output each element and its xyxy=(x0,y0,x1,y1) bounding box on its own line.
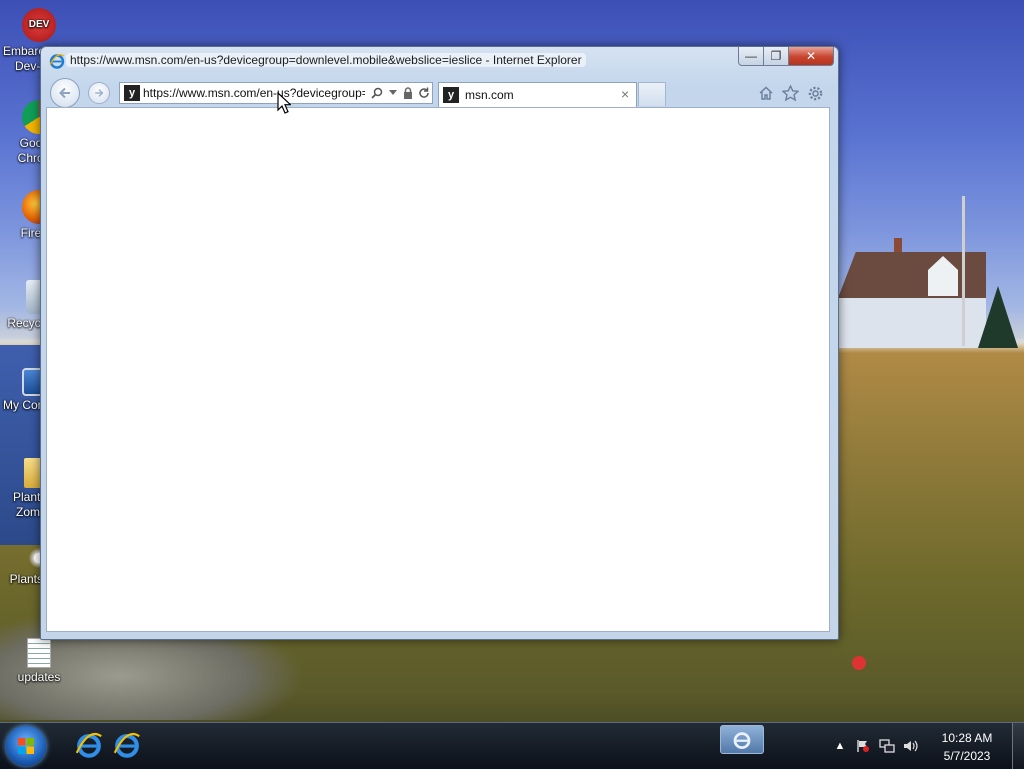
minimize-button[interactable]: — xyxy=(738,47,764,66)
mouse-cursor-icon xyxy=(277,92,291,114)
close-tab-icon[interactable]: × xyxy=(621,86,629,102)
windows-logo-icon xyxy=(18,738,34,754)
show-hidden-icons-arrow-icon[interactable]: ▲ xyxy=(832,738,848,754)
clock-time: 10:28 AM xyxy=(941,731,993,745)
desktop-icon-updates[interactable]: updates xyxy=(0,638,78,685)
show-desktop-button[interactable] xyxy=(1012,723,1024,769)
home-icon[interactable] xyxy=(756,83,776,103)
internet-explorer-window[interactable]: https://www.msn.com/en-us?devicegroup=do… xyxy=(40,46,839,640)
close-button[interactable]: ✕ xyxy=(788,47,834,66)
arrow-left-icon xyxy=(59,87,70,99)
taskbar-ie-pinned-1[interactable] xyxy=(72,728,106,762)
msn-favicon-icon: y xyxy=(443,87,459,103)
action-center-flag-icon[interactable] xyxy=(855,738,871,754)
taskbar: ▲ 10:28 AM 5/7/2023 xyxy=(0,722,1024,769)
msn-favicon-icon: y xyxy=(124,85,140,101)
volume-icon[interactable] xyxy=(903,738,919,754)
maximize-button[interactable]: ❐ xyxy=(763,47,789,66)
back-button[interactable] xyxy=(50,78,80,108)
taskbar-ie-pinned-2[interactable] xyxy=(110,728,144,762)
address-input[interactable] xyxy=(143,83,365,103)
tab-msn[interactable]: y msn.com × xyxy=(438,82,637,107)
dropdown-arrow-icon[interactable] xyxy=(386,85,400,101)
new-tab-button[interactable] xyxy=(638,82,666,106)
wallpaper-flagpole xyxy=(962,196,965,346)
window-title: https://www.msn.com/en-us?devicegroup=do… xyxy=(66,53,586,67)
network-icon[interactable] xyxy=(879,738,895,754)
internet-explorer-icon xyxy=(49,54,65,69)
favorites-star-icon[interactable] xyxy=(780,83,800,103)
lock-icon[interactable] xyxy=(401,85,415,101)
page-content[interactable] xyxy=(46,107,830,632)
clock-date: 5/7/2023 xyxy=(943,749,991,763)
wallpaper-house xyxy=(838,236,988,348)
refresh-icon[interactable] xyxy=(417,85,431,101)
internet-explorer-icon xyxy=(75,732,102,758)
arrow-right-icon xyxy=(95,89,104,97)
search-icon[interactable] xyxy=(370,85,384,101)
clock[interactable]: 10:28 AM 5/7/2023 xyxy=(930,729,1004,765)
devcpp-icon: DEV xyxy=(22,8,56,42)
internet-explorer-icon xyxy=(733,731,751,749)
wallpaper-flower xyxy=(852,656,866,670)
desktop-icon-label: updates xyxy=(17,670,61,684)
forward-button[interactable] xyxy=(88,82,110,104)
internet-explorer-icon xyxy=(113,732,140,758)
settings-gear-icon[interactable] xyxy=(805,83,825,103)
text-file-icon xyxy=(27,638,51,668)
start-button[interactable] xyxy=(6,726,46,766)
taskbar-ie-running-window[interactable] xyxy=(720,725,764,754)
title-bar[interactable]: https://www.msn.com/en-us?devicegroup=do… xyxy=(41,47,838,73)
tab-title: msn.com xyxy=(465,88,514,102)
address-bar[interactable]: y xyxy=(119,82,433,104)
